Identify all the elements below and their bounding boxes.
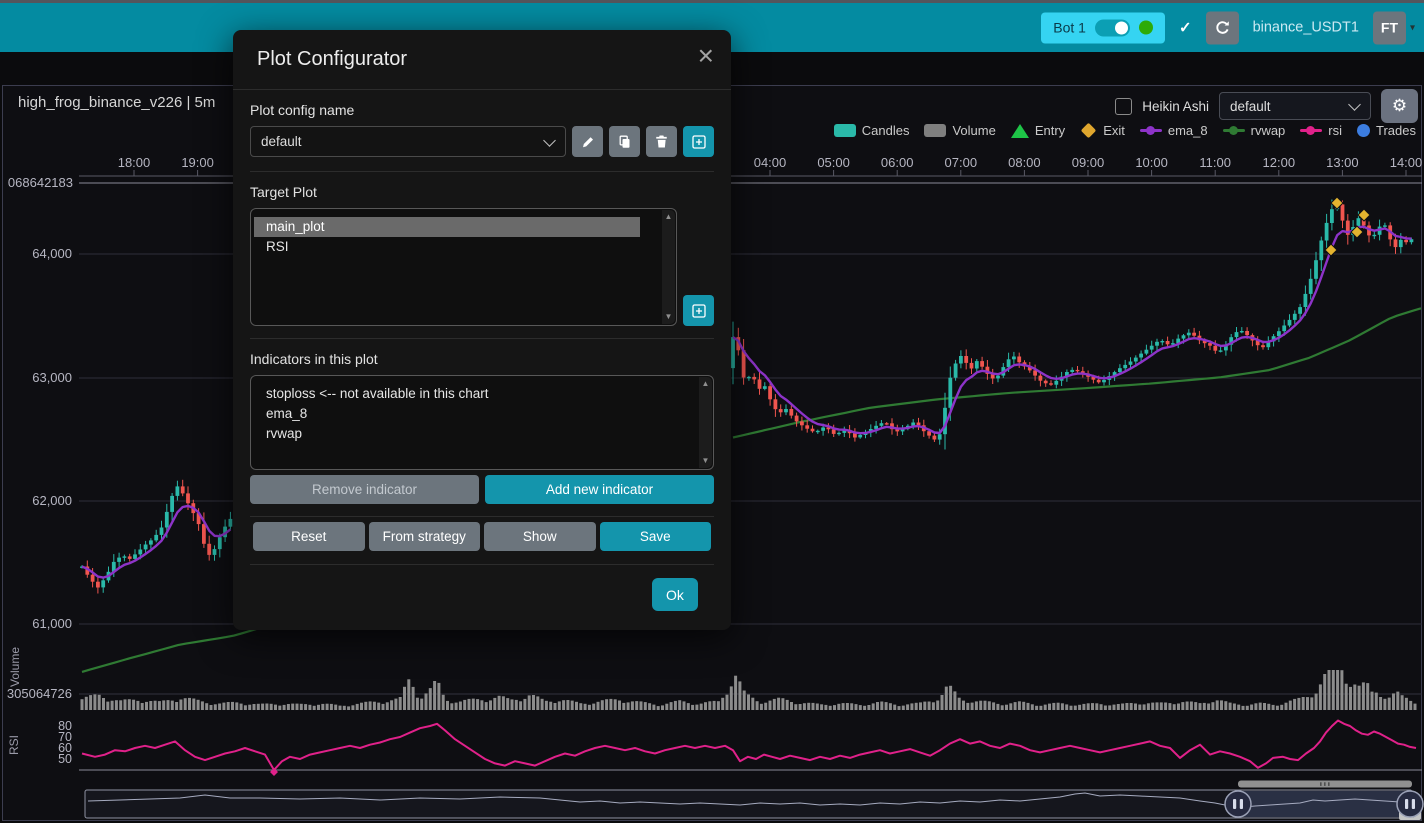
save-button[interactable]: Save	[600, 522, 712, 551]
diamond-symbol-icon	[1081, 123, 1097, 139]
confirm-check-icon: ✓	[1179, 19, 1192, 37]
config-name-select-value: default	[261, 134, 302, 149]
gear-icon: ⚙	[1392, 96, 1407, 116]
scrollbar[interactable]: ▲ ▼	[662, 210, 675, 324]
refresh-icon	[1214, 19, 1231, 36]
line-symbol-icon	[1300, 129, 1322, 132]
heikin-ashi-checkbox[interactable]	[1115, 98, 1132, 115]
plot-config-name-label: Plot config name	[250, 102, 714, 118]
legend-label: Entry	[1035, 123, 1065, 138]
add-plot-button[interactable]	[683, 295, 714, 326]
legend-label: Volume	[952, 123, 995, 138]
triangle-symbol-icon	[1011, 124, 1029, 138]
scroll-up-icon[interactable]: ▲	[662, 211, 675, 223]
bot-toggle[interactable]	[1095, 19, 1130, 36]
close-icon[interactable]: ×	[698, 42, 714, 70]
target-plot-option[interactable]: RSI	[254, 237, 640, 257]
from-strategy-button[interactable]: From strategy	[369, 522, 481, 551]
legend-label: Candles	[862, 123, 910, 138]
legend-item-trades[interactable]: Trades	[1357, 123, 1416, 138]
app-root: 18:0019:0020:0021:0022:0023:0000:0001:00…	[0, 0, 1424, 823]
legend-item-entry[interactable]: Entry	[1011, 123, 1065, 138]
circle-symbol-icon	[1357, 124, 1370, 137]
legend-item-candles[interactable]: Candles	[834, 123, 910, 138]
scrollbar[interactable]: ▲ ▼	[699, 377, 712, 468]
reset-button[interactable]: Reset	[253, 522, 365, 551]
legend-item-exit[interactable]: Exit	[1080, 123, 1125, 138]
online-status-icon	[1139, 21, 1153, 35]
bot-name-label: Bot 1	[1053, 20, 1086, 36]
refresh-button[interactable]	[1206, 11, 1239, 44]
indicators-list[interactable]: ▲ ▼ stoploss <-- not available in this c…	[250, 375, 714, 470]
scroll-up-icon[interactable]: ▲	[699, 378, 712, 390]
ok-button[interactable]: Ok	[652, 578, 698, 611]
caret-down-icon: ▾	[1410, 22, 1415, 33]
plot-config-select-value: default	[1230, 99, 1271, 114]
line-symbol-icon	[1140, 129, 1162, 132]
edit-config-button[interactable]	[572, 126, 603, 157]
line-symbol-icon	[1223, 129, 1245, 132]
chart-legend: Candles Volume Entry Exit ema_8 rvwap rsi Trade…	[834, 123, 1416, 138]
scroll-down-icon[interactable]: ▼	[662, 311, 675, 323]
scroll-down-icon[interactable]: ▼	[699, 455, 712, 467]
target-plot-label: Target Plot	[250, 184, 714, 200]
legend-label: Exit	[1103, 123, 1125, 138]
show-button[interactable]: Show	[484, 522, 596, 551]
modal-title: Plot Configurator	[257, 46, 707, 73]
target-plot-list[interactable]: ▲ ▼ main_plotRSI	[250, 208, 677, 326]
legend-item-rvwap[interactable]: rvwap	[1223, 123, 1286, 138]
pencil-icon	[580, 134, 596, 150]
remove-indicator-button[interactable]: Remove indicator	[250, 475, 479, 504]
delete-config-button[interactable]	[646, 126, 677, 157]
legend-item-volume[interactable]: Volume	[924, 123, 995, 138]
rect-symbol-icon	[834, 124, 856, 137]
target-plot-option[interactable]: main_plot	[254, 217, 640, 237]
divider	[250, 516, 714, 517]
divider	[250, 171, 714, 172]
chevron-down-icon	[1348, 98, 1361, 111]
indicator-option[interactable]: ema_8	[254, 404, 677, 424]
trash-icon	[654, 134, 669, 149]
plot-configurator-gear-button[interactable]: ⚙	[1381, 89, 1418, 123]
plot-configurator-modal: Plot Configurator × Plot config name def…	[233, 30, 731, 630]
bot-selector[interactable]: Bot 1	[1041, 12, 1165, 43]
legend-item-rsi[interactable]: rsi	[1300, 123, 1342, 138]
plus-square-icon	[691, 303, 707, 319]
legend-label: rsi	[1328, 123, 1342, 138]
ft-menu-button[interactable]: FT	[1373, 11, 1406, 44]
config-name-select[interactable]: default	[250, 126, 566, 157]
pair-label: binance_USDT1	[1253, 20, 1359, 36]
legend-label: Trades	[1376, 123, 1416, 138]
plus-square-icon	[691, 134, 707, 150]
chevron-down-icon	[543, 134, 556, 147]
indicator-option[interactable]: rvwap	[254, 424, 677, 444]
plot-config-select[interactable]: default	[1219, 92, 1371, 120]
indicators-label: Indicators in this plot	[250, 351, 714, 367]
legend-item-ema_8[interactable]: ema_8	[1140, 123, 1208, 138]
rect-symbol-icon	[924, 124, 946, 137]
duplicate-config-button[interactable]	[609, 126, 640, 157]
chart-title: high_frog_binance_v226 | 5m	[18, 94, 215, 111]
divider	[250, 338, 714, 339]
indicator-option[interactable]: stoploss <-- not available in this chart	[254, 384, 677, 404]
legend-label: rvwap	[1251, 123, 1286, 138]
legend-label: ema_8	[1168, 123, 1208, 138]
add-config-button[interactable]	[683, 126, 714, 157]
add-new-indicator-button[interactable]: Add new indicator	[485, 475, 714, 504]
heikin-ashi-label: Heikin Ashi	[1142, 99, 1209, 114]
copy-icon	[617, 134, 633, 150]
